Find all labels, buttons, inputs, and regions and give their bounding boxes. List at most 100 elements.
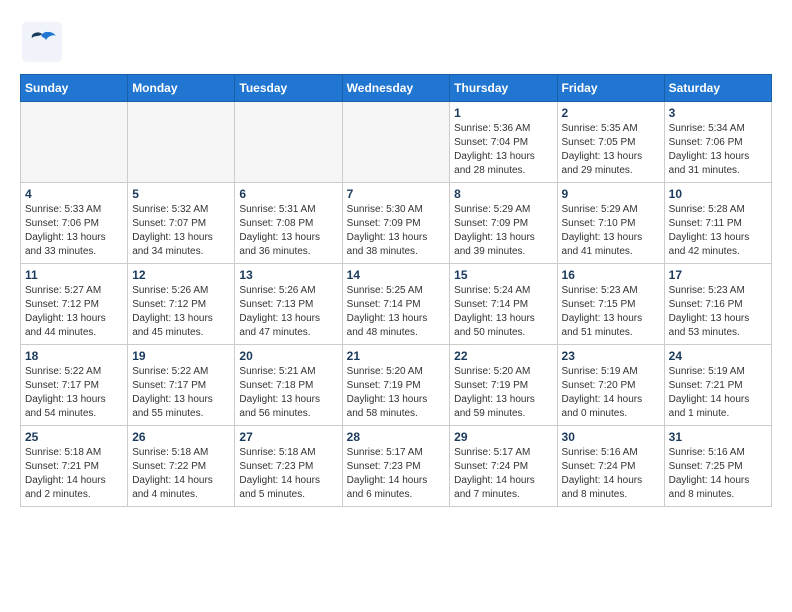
day-number: 14 (347, 268, 446, 282)
day-number: 23 (562, 349, 660, 363)
day-number: 7 (347, 187, 446, 201)
day-detail: Sunrise: 5:36 AM Sunset: 7:04 PM Dayligh… (454, 122, 552, 178)
day-detail: Sunrise: 5:18 AM Sunset: 7:22 PM Dayligh… (132, 446, 230, 502)
calendar-day-cell: 16 Sunrise: 5:23 AM Sunset: 7:15 PM Dayli… (557, 264, 664, 345)
day-detail: Sunrise: 5:26 AM Sunset: 7:12 PM Dayligh… (132, 284, 230, 340)
calendar-week-row: 1Sunrise: 5:36 AM Sunset: 7:04 PM Daylig… (21, 102, 772, 183)
day-detail: Sunrise: 5:23 AM Sunset: 7:15 PM Dayligh… (562, 284, 660, 340)
day-number: 18 (25, 349, 123, 363)
calendar-day-cell (235, 102, 342, 183)
day-detail: Sunrise: 5:19 AM Sunset: 7:20 PM Dayligh… (562, 365, 660, 421)
day-number: 17 (669, 268, 767, 282)
day-number: 25 (25, 430, 123, 444)
day-of-week-header: Thursday (450, 75, 557, 102)
day-detail: Sunrise: 5:34 AM Sunset: 7:06 PM Dayligh… (669, 122, 767, 178)
day-number: 15 (454, 268, 552, 282)
day-number: 5 (132, 187, 230, 201)
day-number: 10 (669, 187, 767, 201)
day-number: 28 (347, 430, 446, 444)
calendar-day-cell: 20 Sunrise: 5:21 AM Sunset: 7:18 PM Dayli… (235, 345, 342, 426)
calendar-day-cell: 22 Sunrise: 5:20 AM Sunset: 7:19 PM Dayli… (450, 345, 557, 426)
calendar-day-cell: 11 Sunrise: 5:27 AM Sunset: 7:12 PM Dayli… (21, 264, 128, 345)
day-detail: Sunrise: 5:29 AM Sunset: 7:09 PM Dayligh… (454, 203, 552, 259)
calendar-day-cell: 9 Sunrise: 5:29 AM Sunset: 7:10 PM Daylig… (557, 183, 664, 264)
calendar-week-row: 4Sunrise: 5:33 AM Sunset: 7:06 PM Daylig… (21, 183, 772, 264)
calendar-week-row: 11 Sunrise: 5:27 AM Sunset: 7:12 PM Dayli… (21, 264, 772, 345)
calendar-day-cell: 8 Sunrise: 5:29 AM Sunset: 7:09 PM Daylig… (450, 183, 557, 264)
calendar-day-cell: 7 Sunrise: 5:30 AM Sunset: 7:09 PM Daylig… (342, 183, 450, 264)
calendar-day-cell: 10 Sunrise: 5:28 AM Sunset: 7:11 PM Dayli… (664, 183, 771, 264)
day-number: 2 (562, 106, 660, 120)
calendar-day-cell (128, 102, 235, 183)
page-header (20, 20, 772, 64)
day-detail: Sunrise: 5:35 AM Sunset: 7:05 PM Dayligh… (562, 122, 660, 178)
day-number: 19 (132, 349, 230, 363)
day-detail: Sunrise: 5:25 AM Sunset: 7:14 PM Dayligh… (347, 284, 446, 340)
day-number: 8 (454, 187, 552, 201)
day-number: 9 (562, 187, 660, 201)
day-number: 22 (454, 349, 552, 363)
day-detail: Sunrise: 5:32 AM Sunset: 7:07 PM Dayligh… (132, 203, 230, 259)
calendar-day-cell: 6 Sunrise: 5:31 AM Sunset: 7:08 PM Daylig… (235, 183, 342, 264)
calendar-day-cell: 5 Sunrise: 5:32 AM Sunset: 7:07 PM Daylig… (128, 183, 235, 264)
calendar-day-cell: 31Sunrise: 5:16 AM Sunset: 7:25 PM Dayli… (664, 426, 771, 507)
calendar-week-row: 25 Sunrise: 5:18 AM Sunset: 7:21 PM Dayli… (21, 426, 772, 507)
day-number: 26 (132, 430, 230, 444)
day-number: 3 (669, 106, 767, 120)
logo-icon (20, 20, 64, 64)
day-of-week-header: Monday (128, 75, 235, 102)
day-detail: Sunrise: 5:22 AM Sunset: 7:17 PM Dayligh… (132, 365, 230, 421)
day-detail: Sunrise: 5:20 AM Sunset: 7:19 PM Dayligh… (454, 365, 552, 421)
calendar-day-cell: 18Sunrise: 5:22 AM Sunset: 7:17 PM Dayli… (21, 345, 128, 426)
day-of-week-header: Tuesday (235, 75, 342, 102)
day-of-week-header: Saturday (664, 75, 771, 102)
day-detail: Sunrise: 5:24 AM Sunset: 7:14 PM Dayligh… (454, 284, 552, 340)
day-detail: Sunrise: 5:27 AM Sunset: 7:12 PM Dayligh… (25, 284, 123, 340)
day-of-week-header: Friday (557, 75, 664, 102)
day-number: 30 (562, 430, 660, 444)
calendar-day-cell: 15 Sunrise: 5:24 AM Sunset: 7:14 PM Dayli… (450, 264, 557, 345)
calendar-day-cell: 25 Sunrise: 5:18 AM Sunset: 7:21 PM Dayli… (21, 426, 128, 507)
calendar-day-cell (342, 102, 450, 183)
calendar-week-row: 18 Sunrise: 5:22 AM Sunset: 7:17 PM Dayli… (21, 345, 772, 426)
day-number: 31 (669, 430, 767, 444)
day-detail: Sunrise: 5:20 AM Sunset: 7:19 PM Dayligh… (347, 365, 446, 421)
day-detail: Sunrise: 5:17 AM Sunset: 7:23 PM Dayligh… (347, 446, 446, 502)
calendar-header-row: SundayMondayTuesdayWednesdayThursdayFrid… (21, 75, 772, 102)
day-detail: Sunrise: 5:33 AM Sunset: 7:06 PM Dayligh… (25, 203, 123, 259)
calendar-day-cell: 28 Sunrise: 5:17 AM Sunset: 7:23 PM Dayli… (342, 426, 450, 507)
day-detail: Sunrise: 5:19 AM Sunset: 7:21 PM Dayligh… (669, 365, 767, 421)
calendar-day-cell: 19 Sunrise: 5:22 AM Sunset: 7:17 PM Dayli… (128, 345, 235, 426)
day-number: 11 (25, 268, 123, 282)
day-detail: Sunrise: 5:16 AM Sunset: 7:24 PM Dayligh… (562, 446, 660, 502)
day-detail: Sunrise: 5:26 AM Sunset: 7:13 PM Dayligh… (239, 284, 337, 340)
calendar-day-cell: 27 Sunrise: 5:18 AM Sunset: 7:23 PM Dayli… (235, 426, 342, 507)
day-detail: Sunrise: 5:18 AM Sunset: 7:21 PM Dayligh… (25, 446, 123, 502)
day-detail: Sunrise: 5:28 AM Sunset: 7:11 PM Dayligh… (669, 203, 767, 259)
calendar-day-cell: 3 Sunrise: 5:34 AM Sunset: 7:06 PM Daylig… (664, 102, 771, 183)
day-number: 21 (347, 349, 446, 363)
calendar-day-cell: 12Sunrise: 5:26 AM Sunset: 7:12 PM Dayli… (128, 264, 235, 345)
day-detail: Sunrise: 5:18 AM Sunset: 7:23 PM Dayligh… (239, 446, 337, 502)
day-number: 16 (562, 268, 660, 282)
calendar-day-cell: 2 Sunrise: 5:35 AM Sunset: 7:05 PM Daylig… (557, 102, 664, 183)
day-detail: Sunrise: 5:31 AM Sunset: 7:08 PM Dayligh… (239, 203, 337, 259)
day-detail: Sunrise: 5:29 AM Sunset: 7:10 PM Dayligh… (562, 203, 660, 259)
day-number: 27 (239, 430, 337, 444)
calendar-day-cell: 21 Sunrise: 5:20 AM Sunset: 7:19 PM Dayli… (342, 345, 450, 426)
calendar-day-cell: 1Sunrise: 5:36 AM Sunset: 7:04 PM Daylig… (450, 102, 557, 183)
day-of-week-header: Sunday (21, 75, 128, 102)
calendar-day-cell: 23 Sunrise: 5:19 AM Sunset: 7:20 PM Dayli… (557, 345, 664, 426)
day-detail: Sunrise: 5:30 AM Sunset: 7:09 PM Dayligh… (347, 203, 446, 259)
logo (20, 20, 68, 64)
calendar-day-cell: 30 Sunrise: 5:16 AM Sunset: 7:24 PM Dayli… (557, 426, 664, 507)
calendar-day-cell (21, 102, 128, 183)
day-number: 6 (239, 187, 337, 201)
day-detail: Sunrise: 5:21 AM Sunset: 7:18 PM Dayligh… (239, 365, 337, 421)
calendar-day-cell: 14 Sunrise: 5:25 AM Sunset: 7:14 PM Dayli… (342, 264, 450, 345)
calendar-day-cell: 24 Sunrise: 5:19 AM Sunset: 7:21 PM Dayli… (664, 345, 771, 426)
day-number: 24 (669, 349, 767, 363)
day-detail: Sunrise: 5:17 AM Sunset: 7:24 PM Dayligh… (454, 446, 552, 502)
calendar-day-cell: 26 Sunrise: 5:18 AM Sunset: 7:22 PM Dayli… (128, 426, 235, 507)
day-number: 20 (239, 349, 337, 363)
